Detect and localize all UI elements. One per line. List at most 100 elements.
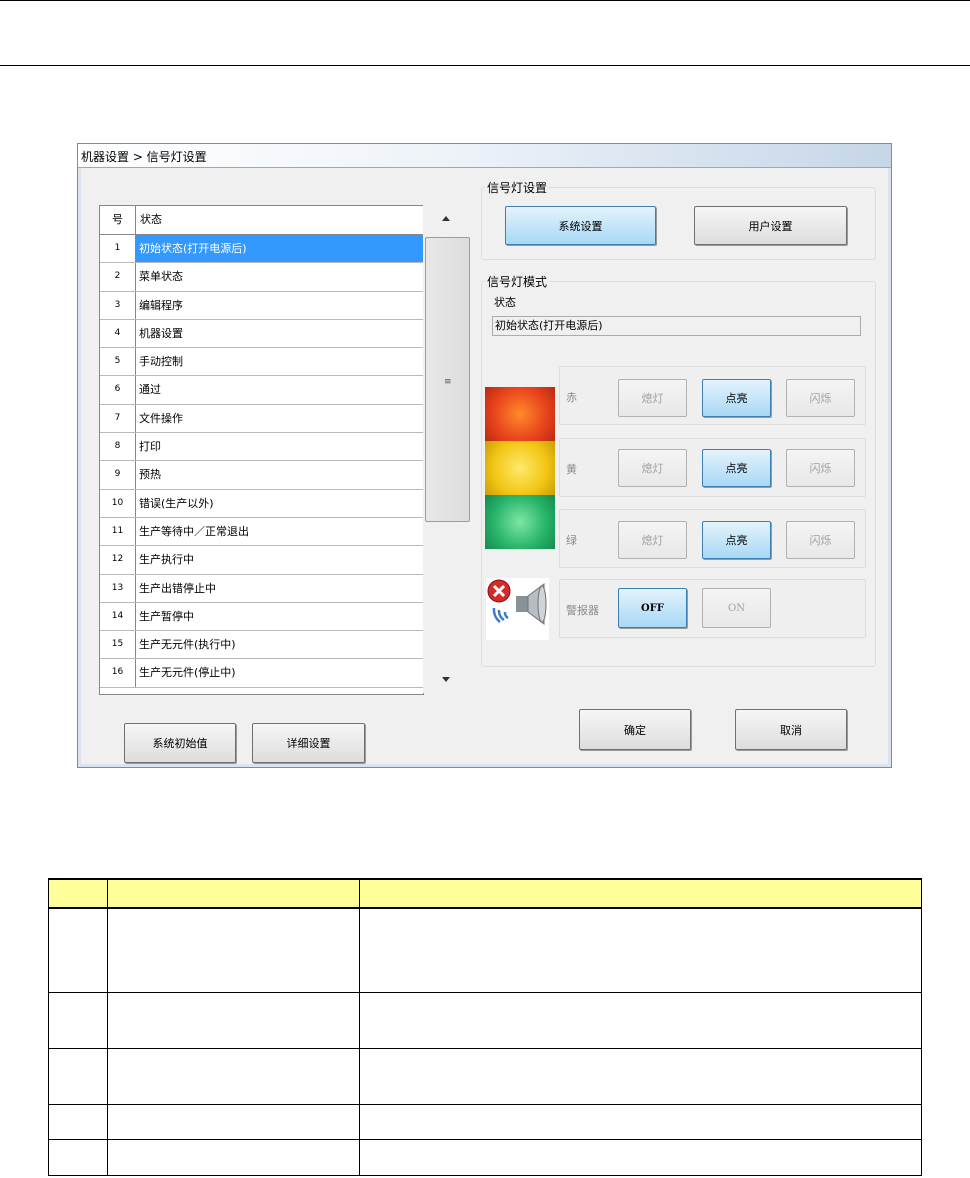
cancel-button[interactable]: 取消 xyxy=(735,709,847,750)
table-cell xyxy=(107,1047,360,1105)
row-label: 手动控制 xyxy=(139,355,183,369)
ok-button[interactable]: 确定 xyxy=(579,709,691,750)
row-number: 3 xyxy=(100,291,136,319)
row-number: 14 xyxy=(100,602,136,631)
row-label: 生产暂停中 xyxy=(139,609,194,623)
status-label: 状态 xyxy=(494,296,516,309)
row-number: 8 xyxy=(100,433,136,461)
column-header-no[interactable]: 号 xyxy=(100,206,136,234)
row-number: 10 xyxy=(100,489,136,517)
row-number: 6 xyxy=(100,376,136,404)
row-label: 生产出错停止中 xyxy=(139,581,216,595)
status-value-field: 初始状态(打开电源后) xyxy=(492,316,861,336)
table-row xyxy=(48,1138,922,1176)
row-number: 12 xyxy=(100,546,136,574)
red-lamp-panel: 赤 熄灯 点亮 闪烁 xyxy=(559,366,866,425)
list-item[interactable]: 6 通过 xyxy=(100,376,423,405)
list-item[interactable]: 9 预热 xyxy=(100,461,423,490)
list-item[interactable]: 4 机器设置 xyxy=(100,319,423,349)
table-cell xyxy=(107,907,360,993)
row-label: 生产等待中／正常退出 xyxy=(139,524,249,538)
buzzer-on-button[interactable]: ON xyxy=(702,588,771,628)
green-on-button[interactable]: 点亮 xyxy=(702,521,771,559)
row-label: 生产执行中 xyxy=(139,553,194,567)
list-item[interactable]: 14 生产暂停中 xyxy=(100,602,423,632)
table-cell xyxy=(359,907,922,993)
window-title: 机器设置 > 信号灯设置 xyxy=(81,150,207,164)
row-number: 15 xyxy=(100,631,136,659)
table-cell xyxy=(359,1103,922,1140)
table-cell xyxy=(107,1138,360,1176)
status-list[interactable]: 号 状态 1 初始状态(打开电源后) 2 菜单状态 3 编辑程序 4 机器设置 5 手动控… xyxy=(99,205,424,695)
row-number: 4 xyxy=(100,319,136,348)
column-header-status[interactable]: 状态 xyxy=(136,206,423,234)
list-item[interactable]: 5 手动控制 xyxy=(100,348,423,377)
row-number: 7 xyxy=(100,404,136,433)
yellow-lamp-label: 黄 xyxy=(566,463,577,476)
detail-settings-button[interactable]: 详细设置 xyxy=(252,723,365,763)
green-lamp xyxy=(485,495,555,549)
green-blink-button[interactable]: 闪烁 xyxy=(786,521,855,559)
list-item[interactable]: 13 生产出错停止中 xyxy=(100,574,423,603)
table-cell xyxy=(48,991,108,1049)
spec-table xyxy=(48,878,922,1176)
row-label: 打印 xyxy=(139,440,161,454)
scroll-down-icon[interactable] xyxy=(442,677,450,682)
row-label: 菜单状态 xyxy=(139,270,183,284)
buzzer-label: 警报器 xyxy=(566,604,599,617)
list-item[interactable]: 2 菜单状态 xyxy=(100,263,423,292)
yellow-lamp xyxy=(485,441,555,495)
list-item[interactable]: 7 文件操作 xyxy=(100,404,423,434)
buzzer-off-button[interactable]: OFF xyxy=(618,588,687,628)
yellow-off-button[interactable]: 熄灯 xyxy=(618,449,687,487)
system-settings-button[interactable]: 系统设置 xyxy=(505,206,656,245)
list-item[interactable]: 3 编辑程序 xyxy=(100,291,423,320)
green-lamp-panel: 绿 熄灯 点亮 闪烁 xyxy=(559,509,866,568)
table-row xyxy=(48,907,922,993)
table-cell xyxy=(359,991,922,1049)
top-rule xyxy=(0,0,970,1)
row-label: 通过 xyxy=(139,383,161,397)
speaker-muted-icon xyxy=(487,579,547,625)
row-label: 生产无元件(停止中) xyxy=(139,666,236,680)
list-item[interactable]: 16 生产无元件(停止中) xyxy=(100,659,423,688)
table-cell xyxy=(359,878,922,909)
yellow-on-button[interactable]: 点亮 xyxy=(702,449,771,487)
row-number: 5 xyxy=(100,348,136,376)
list-item[interactable]: 10 错误(生产以外) xyxy=(100,489,423,518)
yellow-blink-button[interactable]: 闪烁 xyxy=(786,449,855,487)
red-on-button[interactable]: 点亮 xyxy=(702,379,771,417)
scroll-thumb[interactable]: ≡ xyxy=(425,237,470,522)
red-off-button[interactable]: 熄灯 xyxy=(618,379,687,417)
table-cell xyxy=(48,1138,108,1176)
table-cell xyxy=(359,1047,922,1105)
red-lamp xyxy=(485,387,555,441)
list-item[interactable]: 1 初始状态(打开电源后) xyxy=(100,235,423,264)
list-item[interactable]: 11 生产等待中／正常退出 xyxy=(100,517,423,547)
yellow-lamp-panel: 黄 熄灯 点亮 闪烁 xyxy=(559,438,866,497)
list-scrollbar[interactable]: ≡ xyxy=(423,205,471,693)
table-row xyxy=(48,991,922,1049)
scroll-up-icon[interactable] xyxy=(442,216,450,221)
green-off-button[interactable]: 熄灯 xyxy=(618,521,687,559)
red-lamp-label: 赤 xyxy=(566,391,577,404)
list-item[interactable]: 15 生产无元件(执行中) xyxy=(100,631,423,660)
table-row xyxy=(48,1047,922,1105)
red-blink-button[interactable]: 闪烁 xyxy=(786,379,855,417)
header-rule xyxy=(0,65,970,66)
user-settings-button[interactable]: 用户设置 xyxy=(694,206,847,245)
row-label: 文件操作 xyxy=(139,411,183,425)
dialog-content: 号 状态 1 初始状态(打开电源后) 2 菜单状态 3 编辑程序 4 机器设置 5 手动控… xyxy=(78,168,891,767)
list-item[interactable]: 8 打印 xyxy=(100,433,423,462)
system-default-button[interactable]: 系统初始值 xyxy=(124,723,236,763)
row-number: 1 xyxy=(100,235,136,263)
title-bar: 机器设置 > 信号灯设置 xyxy=(78,144,891,168)
signal-mode-title: 信号灯模式 xyxy=(485,273,550,290)
buzzer-panel: 警报器 OFF ON xyxy=(559,579,866,638)
row-label: 编辑程序 xyxy=(139,298,183,312)
table-cell xyxy=(48,1047,108,1105)
list-item[interactable]: 12 生产执行中 xyxy=(100,546,423,575)
table-cell xyxy=(107,991,360,1049)
row-number: 2 xyxy=(100,263,136,291)
row-label: 生产无元件(执行中) xyxy=(139,638,236,652)
